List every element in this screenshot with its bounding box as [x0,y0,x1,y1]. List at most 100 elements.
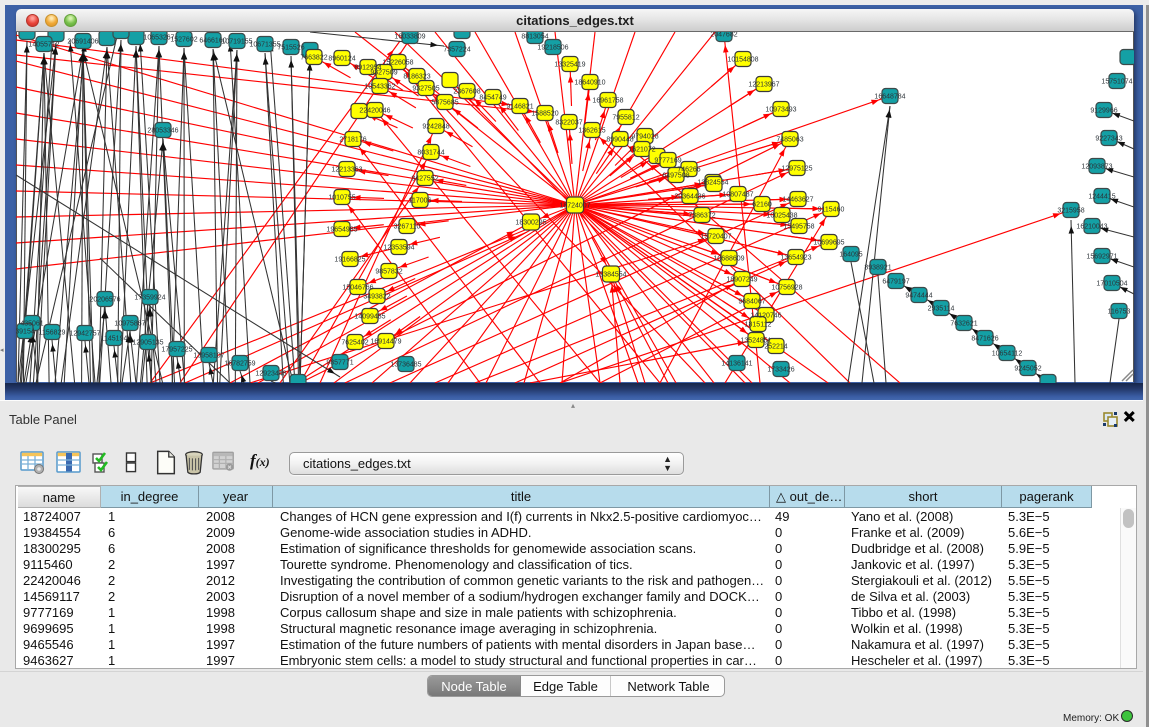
svg-text:7632621: 7632621 [950,320,977,327]
svg-text:7357224: 7357224 [443,46,470,53]
svg-text:116753: 116753 [1108,308,1131,315]
svg-text:10807487: 10807487 [722,191,753,198]
svg-text:22420046: 22420046 [359,107,390,114]
svg-text:13958107: 13958107 [193,352,224,359]
svg-text:9115460: 9115460 [818,206,845,213]
svg-text:15495758: 15495758 [783,223,814,230]
svg-text:19654985: 19654985 [326,226,357,233]
svg-text:9794028: 9794028 [631,133,658,140]
svg-text:15226058: 15226058 [382,59,413,66]
svg-text:10654112: 10654112 [992,350,1023,357]
svg-text:252214: 252214 [764,343,787,350]
svg-text:14055712: 14055712 [28,41,59,48]
svg-text:13736485: 13736485 [390,361,421,368]
svg-text:18907249: 18907249 [726,276,757,283]
svg-text:13325419: 13325419 [554,61,585,68]
svg-text:14099485: 14099485 [354,313,385,320]
svg-text:28053346: 28053346 [147,127,178,134]
svg-text:5875685: 5875685 [431,99,458,106]
svg-text:9684067: 9684067 [738,298,765,305]
svg-text:1010755: 1010755 [328,194,355,201]
svg-text:435061: 435061 [20,320,43,327]
svg-text:1588520: 1588520 [531,110,558,117]
svg-text:10671355: 10671355 [249,41,280,48]
svg-text:12923448: 12923448 [255,370,286,377]
svg-text:20364436: 20364436 [674,193,705,200]
svg-text:9474444: 9474444 [905,292,932,299]
svg-text:9857832: 9857832 [375,268,402,275]
svg-text:20206576: 20206576 [89,296,120,303]
svg-text:18724007: 18724007 [559,202,590,209]
svg-text:12942757: 12942757 [69,330,100,337]
svg-text:2047682: 2047682 [710,32,737,38]
svg-text:14136141: 14136141 [721,360,752,367]
svg-text:10975867: 10975867 [114,320,145,327]
svg-text:17957225: 17957225 [161,346,192,353]
svg-text:7515526: 7515526 [277,44,304,51]
svg-text:62160: 62160 [752,201,772,208]
svg-text:15751074: 15751074 [1101,78,1132,85]
svg-text:15046766: 15046766 [342,284,373,291]
svg-text:9227343: 9227343 [1095,135,1122,142]
svg-text:14120746: 14120746 [750,312,781,319]
svg-text:1244415: 1244415 [1088,193,1115,200]
svg-text:2718176: 2718176 [339,136,366,143]
svg-text:7625402: 7625402 [341,339,368,346]
svg-text:7386372: 7386372 [688,212,715,219]
svg-text:16961758: 16961758 [592,97,623,104]
svg-text:16914479: 16914479 [370,338,401,345]
svg-text:16210043: 16210043 [1076,223,1107,230]
svg-text:10719155: 10719155 [221,38,252,45]
svg-text:8427552: 8427552 [411,175,438,182]
svg-text:9245052: 9245052 [1014,365,1041,372]
svg-text:13654923: 13654923 [780,254,811,261]
svg-text:17359924: 17359924 [134,294,165,301]
svg-text:8938921: 8938921 [864,264,891,271]
svg-text:1733426: 1733426 [767,366,794,373]
svg-text:7663822: 7663822 [300,54,327,61]
svg-text:7485063: 7485063 [776,136,803,143]
svg-text:12213967: 12213967 [748,81,779,88]
svg-text:9129966: 9129966 [1090,107,1117,114]
svg-text:18640910: 18640910 [574,79,605,86]
svg-text:8322037: 8322037 [555,119,582,126]
svg-text:17010504: 17010504 [1096,280,1127,287]
svg-text:9327509: 9327509 [370,69,397,76]
svg-text:16033809: 16033809 [394,33,425,40]
svg-text:8960124: 8960124 [328,55,355,62]
svg-text:6497508: 6497508 [662,172,689,179]
svg-text:10025438: 10025438 [766,212,797,219]
svg-text:1362615: 1362615 [578,127,605,134]
svg-text:3267110: 3267110 [394,223,421,230]
svg-text:19166825: 19166825 [334,256,365,263]
svg-text:12975125: 12975125 [781,165,812,172]
svg-text:3215958: 3215958 [1057,207,1084,214]
svg-text:117006: 117006 [409,197,432,204]
svg-text:1145194: 1145194 [101,335,128,342]
svg-text:164095: 164095 [839,251,862,258]
svg-text:6479197: 6479197 [882,278,909,285]
svg-text:1621072: 1621072 [628,146,655,153]
svg-text:12353594: 12353594 [383,244,414,251]
svg-text:8813054: 8813054 [521,33,548,40]
svg-text:10154808: 10154808 [727,56,758,63]
svg-text:9146821: 9146821 [506,103,533,110]
svg-text:15692971: 15692971 [1086,253,1117,260]
svg-text:18300295: 18300295 [515,219,546,226]
svg-text:8186323: 8186323 [403,73,430,80]
svg-text:8990448: 8990448 [606,136,633,143]
svg-text:19384554: 19384554 [595,271,626,278]
svg-text:12093873: 12093873 [1081,163,1112,170]
svg-text:7955812: 7955812 [612,114,639,121]
svg-text:2367608: 2367608 [453,88,480,95]
svg-text:1156829: 1156829 [39,329,66,336]
svg-text:10699695: 10699695 [813,239,844,246]
svg-text:14463627: 14463627 [782,196,813,203]
svg-text:8471626: 8471626 [971,335,998,342]
svg-text:15720407: 15720407 [700,233,731,240]
svg-text:8454749: 8454749 [479,94,506,101]
svg-text:10543362: 10543362 [364,83,395,90]
svg-text:3493822: 3493822 [363,293,390,300]
svg-text:9777169: 9777169 [654,157,681,164]
svg-text:1527602: 1527602 [170,36,197,43]
